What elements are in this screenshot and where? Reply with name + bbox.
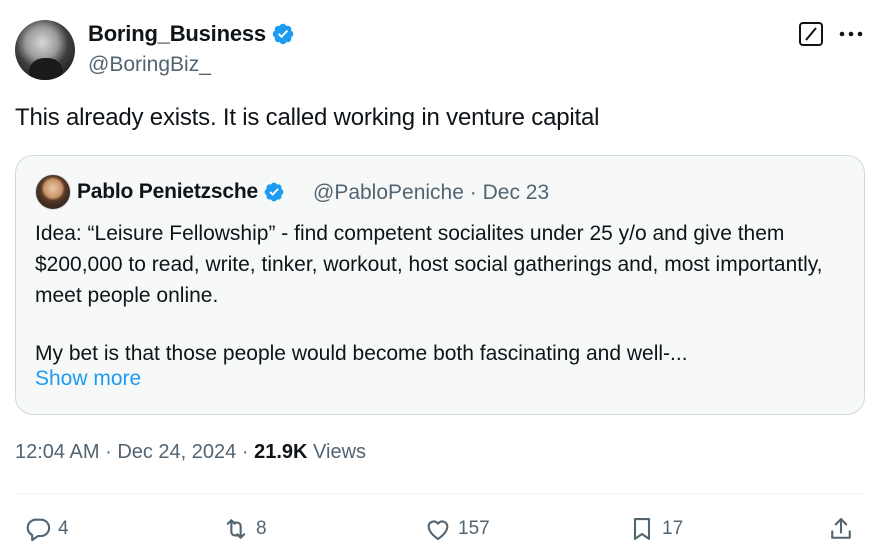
tweet-time[interactable]: 12:04 AM <box>15 441 100 463</box>
quoted-tweet-card[interactable]: Pablo Penietzsche @PabloPeniche · Dec 23… <box>15 155 865 415</box>
quoted-tweet-text: Idea: “Leisure Fellowship” - find compet… <box>35 218 835 369</box>
quoted-author-avatar[interactable] <box>35 174 71 210</box>
repost-icon <box>226 519 246 539</box>
quoted-meta-separator: · <box>469 181 477 204</box>
tweet-date[interactable]: Dec 24, 2024 <box>117 441 236 463</box>
reply-button[interactable]: 4 <box>24 514 69 544</box>
quoted-author-handle[interactable]: @PabloPeniche <box>313 181 464 204</box>
author-name-row[interactable]: Boring_Business <box>88 21 295 47</box>
verified-badge-icon <box>272 23 294 45</box>
reply-count: 4 <box>58 518 69 539</box>
meta-separator: · <box>105 441 112 463</box>
heart-icon <box>427 520 449 540</box>
like-button[interactable]: 157 <box>424 514 490 544</box>
like-count: 157 <box>458 518 490 539</box>
grok-button[interactable] <box>798 21 824 47</box>
quoted-author-name-row[interactable]: Pablo Penietzsche <box>77 180 285 204</box>
author-handle[interactable]: @BoringBiz_ <box>88 53 211 77</box>
quoted-author-name[interactable]: Pablo Penietzsche <box>77 180 258 204</box>
author-avatar[interactable] <box>15 20 75 80</box>
quoted-date[interactable]: Dec 23 <box>483 181 550 204</box>
bookmark-count: 17 <box>662 518 684 539</box>
repost-button[interactable]: 8 <box>222 514 267 544</box>
views-count: 21.9K <box>254 441 308 463</box>
views-label: Views <box>313 441 367 463</box>
meta-separator: · <box>241 441 249 463</box>
grok-icon <box>799 22 823 46</box>
more-button[interactable] <box>836 21 866 47</box>
repost-count: 8 <box>256 518 267 539</box>
author-name[interactable]: Boring_Business <box>88 21 266 47</box>
show-more-link[interactable]: Show more <box>35 367 141 391</box>
reply-icon <box>26 518 51 542</box>
bookmark-icon <box>633 518 651 540</box>
share-icon <box>831 518 851 539</box>
quoted-paragraph: My bet is that those people would become… <box>35 342 688 365</box>
tweet-meta: 12:04 AM · Dec 24, 2024 · 21.9K Views <box>15 441 366 464</box>
more-icon <box>839 31 863 37</box>
bookmark-button[interactable]: 17 <box>628 514 683 544</box>
quoted-meta: @PabloPeniche · Dec 23 <box>313 181 549 205</box>
tweet-text: This already exists. It is called workin… <box>15 104 600 131</box>
quoted-paragraph: Idea: “Leisure Fellowship” - find compet… <box>35 222 823 307</box>
divider <box>15 493 865 494</box>
verified-badge-icon <box>264 182 284 202</box>
share-button[interactable] <box>827 514 861 544</box>
